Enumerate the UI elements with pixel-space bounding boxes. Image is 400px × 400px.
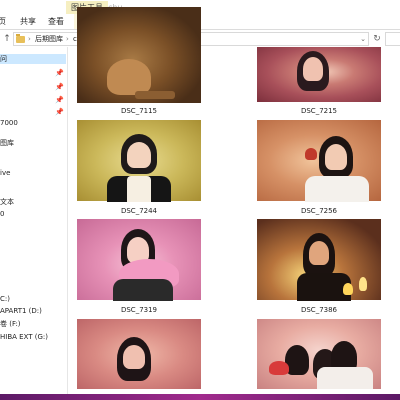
thumbnail-image <box>257 120 381 202</box>
thumbnail-image <box>77 319 201 389</box>
pin-icon[interactable]: 📌 <box>55 107 64 117</box>
nav-item-drive-f[interactable]: 卷 (F:) <box>0 319 21 329</box>
folder-icon <box>16 34 25 43</box>
nav-item-drive-d[interactable]: APART1 (D:) <box>0 306 42 316</box>
refresh-icon[interactable]: ↻ <box>371 32 383 46</box>
file-name-label: DSC_7244 <box>120 207 158 215</box>
file-name-label: DSC_7386 <box>300 306 338 314</box>
nav-item-gallery[interactable]: 图库 <box>0 138 14 148</box>
pin-icon[interactable]: 📌 <box>55 95 64 105</box>
nav-item-0[interactable]: 0 <box>0 209 4 219</box>
thumbnail-image <box>77 120 201 202</box>
tab-view[interactable]: 查看 <box>48 14 64 29</box>
nav-item-drive-g[interactable]: HIBA EXT (G:) <box>0 332 48 342</box>
file-name-label: DSC_7319 <box>120 306 158 314</box>
tab-share[interactable]: 共享 <box>20 14 36 29</box>
nav-item-objects[interactable]: 文本 <box>0 197 14 207</box>
nav-item-quick-access[interactable]: 问 <box>0 54 66 64</box>
pin-icon[interactable]: 📌 <box>55 68 64 78</box>
thumbnail-image <box>257 219 381 301</box>
nav-item-7000[interactable]: 7000 <box>0 118 18 128</box>
search-input[interactable] <box>385 32 400 46</box>
breadcrumb-item-gallery[interactable]: 后期图库 <box>35 33 63 45</box>
thumbnail-image <box>77 219 201 301</box>
file-explorer-window: 图片工具 chu 页 共享 查看 管理 ↑ › 后期图库 › chu ⌄ ↻ 问… <box>0 0 400 394</box>
chevron-down-icon[interactable]: ⌄ <box>360 33 366 45</box>
breadcrumb-separator-icon[interactable]: › <box>66 33 69 45</box>
nav-item-drive-c[interactable]: C:) <box>0 294 10 304</box>
file-name-label: DSC_7215 <box>300 107 338 115</box>
thumbnail-image <box>257 47 381 102</box>
tab-home[interactable]: 页 <box>0 14 6 29</box>
file-name-label: DSC_7256 <box>300 207 338 215</box>
desktop-background-strip <box>0 394 400 400</box>
pin-icon[interactable]: 📌 <box>55 82 64 92</box>
thumbnail-image <box>77 7 201 103</box>
up-arrow-icon[interactable]: ↑ <box>2 32 12 46</box>
nav-item-drive[interactable]: ive <box>0 168 10 178</box>
file-name-label: DSC_7115 <box>120 107 158 115</box>
thumbnail-image <box>257 319 381 389</box>
breadcrumb-separator-icon[interactable]: › <box>28 33 31 45</box>
file-grid: DSC_7115 DSC_7215 DSC_7244 DSC_7256 DSC_… <box>69 7 400 394</box>
navigation-pane: 问 📌 📌 📌 📌 7000 图库 ive 文本 0 C:) APART1 (D… <box>0 47 68 394</box>
